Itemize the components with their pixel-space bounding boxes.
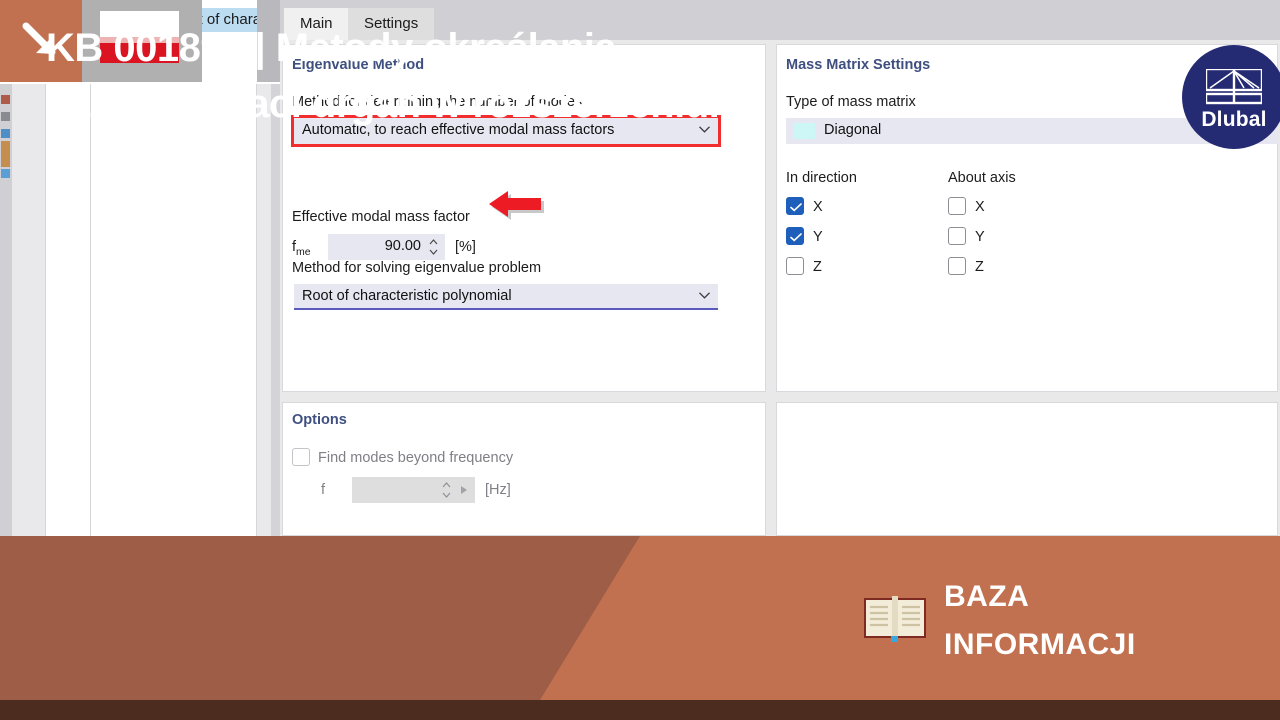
toolbar-icon-1[interactable] [1, 95, 10, 104]
fme-symbol-label: fme [292, 239, 311, 258]
background-panel-column [12, 84, 45, 536]
annotation-pointer-arrow-icon [489, 191, 544, 220]
play-arrow-icon[interactable] [460, 485, 468, 495]
kb-line2: INFORMACJI [944, 628, 1136, 661]
toolbar-icon-3[interactable] [1, 129, 10, 138]
toolbar-icon-5[interactable] [1, 169, 10, 178]
banner-title: KB 001891 | Metody określania liczby pos… [46, 20, 846, 132]
knowledge-base-label: BAZA INFORMACJI [944, 573, 1136, 669]
fme-unit-label: [%] [455, 239, 476, 255]
frequency-symbol-label: f [321, 482, 326, 498]
solving-method-label: Method for solving eigenvalue problem [292, 260, 542, 276]
options-panel: Options Find modes beyond frequency f [H… [282, 402, 766, 536]
background-right-strip-2 [271, 84, 280, 536]
checkbox-direction-x[interactable] [786, 197, 804, 215]
bottom-dark-bar [0, 700, 1280, 720]
frequency-unit-label: [Hz] [485, 482, 511, 498]
spinner-icon[interactable] [442, 481, 451, 499]
checkbox-axis-x[interactable] [948, 197, 966, 215]
background-right-strip [257, 84, 271, 536]
empty-panel [776, 402, 1278, 536]
effective-modal-mass-label: Effective modal mass factor [292, 209, 470, 225]
label-direction-x: X [813, 199, 823, 215]
check-icon [790, 233, 802, 242]
label-direction-z: Z [813, 259, 822, 275]
about-axis-label: About axis [948, 170, 1016, 186]
in-direction-label: In direction [786, 170, 857, 186]
check-icon [790, 203, 802, 212]
label-axis-z: Z [975, 259, 984, 275]
banner-title-line1: KB 001891 | Metody określania [46, 26, 617, 70]
toolbar-icon-2[interactable] [1, 112, 10, 121]
fme-value: 90.00 [384, 238, 421, 254]
dlubal-logo: Dlubal [1182, 45, 1280, 149]
options-title: Options [292, 412, 347, 428]
checkbox-direction-y[interactable] [786, 227, 804, 245]
checkbox-find-modes-beyond-frequency[interactable] [292, 448, 310, 466]
chevron-down-icon [699, 292, 710, 299]
spinner-icon[interactable] [429, 238, 438, 256]
kb-line1: BAZA [944, 580, 1030, 613]
fme-subscript: me [296, 245, 311, 258]
screenshot-root: Root of characteristic polynomial Main S… [0, 0, 1280, 720]
background-divider-2 [90, 84, 91, 536]
checkbox-axis-y[interactable] [948, 227, 966, 245]
checkbox-direction-z[interactable] [786, 257, 804, 275]
fme-value-field[interactable]: 90.00 [328, 234, 445, 260]
background-divider-1 [45, 84, 46, 536]
background-toolbar-strip[interactable] [0, 84, 12, 536]
dlubal-wordmark: Dlubal [1201, 108, 1267, 131]
toolbar-icon-4[interactable] [1, 141, 10, 167]
banner-title-line2: liczby postaci drgań w rozszerzeniu... [46, 82, 741, 126]
dlubal-truss-icon [1206, 69, 1262, 105]
label-axis-y: Y [975, 229, 985, 245]
solving-method-value: Root of characteristic polynomial [302, 288, 512, 304]
solving-method-combobox[interactable]: Root of characteristic polynomial [294, 284, 718, 310]
find-modes-beyond-frequency-label: Find modes beyond frequency [318, 450, 514, 466]
frequency-value-field[interactable] [352, 477, 475, 503]
open-book-icon [864, 596, 926, 642]
label-direction-y: Y [813, 229, 823, 245]
checkbox-axis-z[interactable] [948, 257, 966, 275]
label-axis-x: X [975, 199, 985, 215]
